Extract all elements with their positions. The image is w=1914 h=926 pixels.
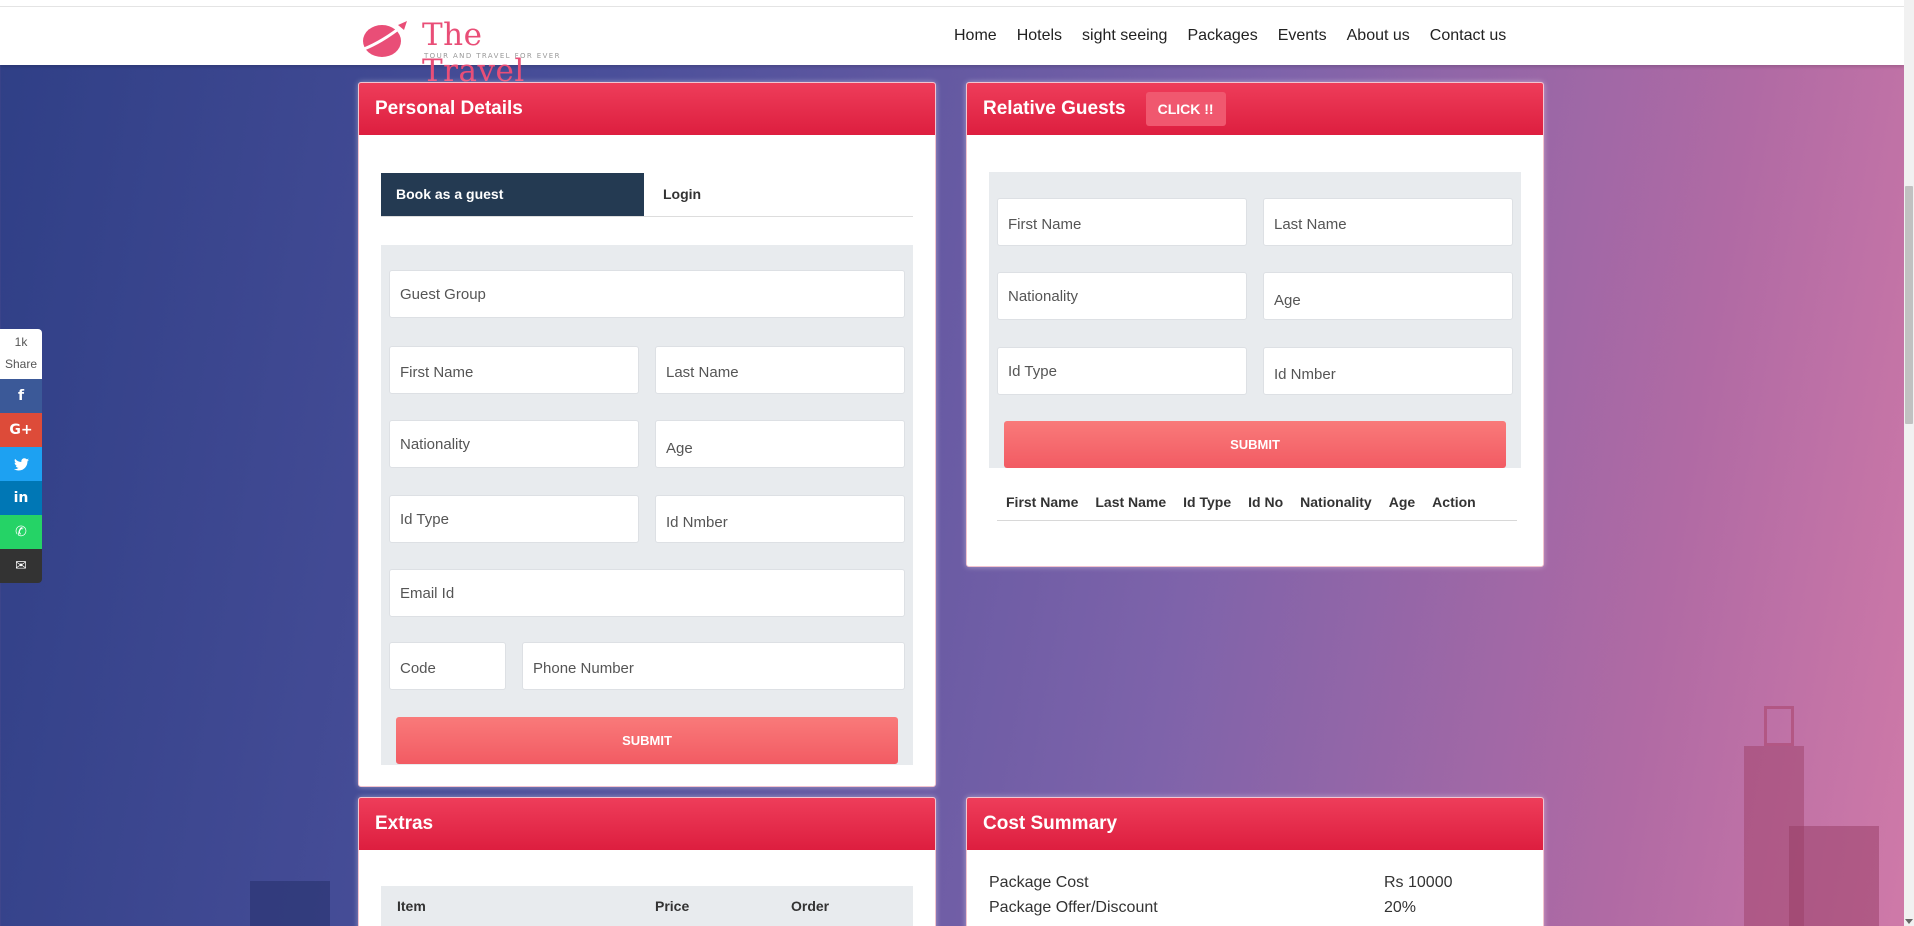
col-action: Action	[1432, 493, 1476, 510]
booking-tabs: Book as a guest Login	[381, 173, 913, 217]
col-price: Price	[655, 898, 690, 914]
share-counter: 1k Share	[0, 329, 42, 379]
relative-age-input[interactable]: Age	[1263, 272, 1513, 320]
personal-submit-button[interactable]: SUBMIT	[396, 717, 898, 764]
email-icon: ✉	[15, 558, 27, 574]
extras-card: Extras Item Price Order	[358, 797, 936, 926]
relative-id-type-select[interactable]: Id Type	[997, 347, 1247, 395]
age-input[interactable]: Age	[655, 420, 905, 468]
share-bar: 1k Share f G+ in ✆ ✉	[0, 329, 42, 583]
tab-login[interactable]: Login	[663, 173, 701, 216]
share-count: 1k	[14, 335, 28, 349]
col-first-name: First Name	[1006, 493, 1079, 510]
personal-details-header: Personal Details	[359, 83, 935, 135]
cost-label: Package Offer/Discount	[989, 899, 1158, 916]
whatsapp-share-button[interactable]: ✆	[0, 515, 42, 549]
relative-nationality-select[interactable]: Nationality	[997, 272, 1247, 320]
scrollbar-thumb[interactable]	[1905, 186, 1913, 424]
cost-summary-title: Cost Summary	[983, 813, 1118, 834]
col-order: Order	[791, 898, 830, 914]
background-building	[250, 881, 330, 926]
scroll-down-arrow-icon[interactable]	[1905, 919, 1913, 924]
nav-events[interactable]: Events	[1278, 27, 1327, 45]
nav-sight-seeing[interactable]: sight seeing	[1082, 27, 1167, 45]
relative-last-name-input[interactable]: Last Name	[1263, 198, 1513, 246]
relative-submit-button[interactable]: SUBMIT	[1004, 421, 1506, 468]
id-type-select[interactable]: Id Type	[389, 495, 639, 543]
nav-menu: Home Hotels sight seeing Packages Events…	[954, 7, 1526, 65]
share-label: Share	[4, 357, 38, 371]
nationality-select[interactable]: Nationality	[389, 420, 639, 468]
col-nationality: Nationality	[1300, 493, 1372, 510]
relative-guests-table-header: First Name Last Name Id Type Id No Natio…	[997, 483, 1517, 521]
google-plus-icon: G+	[9, 422, 33, 438]
last-name-input[interactable]: Last Name	[655, 346, 905, 394]
facebook-icon: f	[17, 388, 25, 404]
personal-details-card: Personal Details Book as a guest Login G…	[358, 82, 936, 787]
linkedin-share-button[interactable]: in	[0, 481, 42, 515]
col-last-name: Last Name	[1095, 493, 1167, 510]
cost-value: 20%	[1384, 899, 1417, 916]
guest-group-select[interactable]: Guest Group	[389, 270, 905, 318]
personal-details-title: Personal Details	[375, 98, 523, 119]
country-code-input[interactable]: Code	[389, 642, 506, 690]
relative-guests-title: Relative Guests	[983, 98, 1126, 119]
relative-guests-header: Relative Guests CLICK !!	[967, 83, 1543, 135]
plane-globe-icon	[363, 21, 407, 57]
cost-value: Rs 10000	[1384, 874, 1453, 891]
cost-row-discount: Package Offer/Discount 20%	[989, 899, 1519, 923]
col-item: Item	[397, 898, 426, 914]
nav-about-us[interactable]: About us	[1347, 27, 1410, 45]
nav-packages[interactable]: Packages	[1187, 27, 1257, 45]
extras-table-header: Item Price Order	[381, 886, 913, 926]
cost-summary-header: Cost Summary	[967, 798, 1543, 850]
click-button[interactable]: CLICK !!	[1145, 92, 1226, 126]
guest-form: Guest Group First Name Last Name Nationa…	[381, 245, 913, 765]
twitter-icon	[13, 457, 29, 470]
navbar: The Travel TOUR AND TRAVEL FOR EVER Home…	[0, 7, 1904, 89]
nav-contact-us[interactable]: Contact us	[1430, 27, 1506, 45]
extras-header: Extras	[359, 798, 935, 850]
email-input[interactable]: Email Id	[389, 569, 905, 617]
tab-book-as-guest[interactable]: Book as a guest	[381, 173, 644, 216]
nav-home[interactable]: Home	[954, 27, 997, 45]
brand-tagline: TOUR AND TRAVEL FOR EVER	[424, 52, 561, 60]
email-share-button[interactable]: ✉	[0, 549, 42, 583]
col-age: Age	[1388, 493, 1416, 510]
relative-first-name-input[interactable]: First Name	[997, 198, 1247, 246]
first-name-input[interactable]: First Name	[389, 346, 639, 394]
linkedin-icon: in	[13, 490, 29, 506]
relative-id-number-input[interactable]: Id Nmber	[1263, 347, 1513, 395]
logo[interactable]: The Travel TOUR AND TRAVEL FOR EVER	[360, 17, 580, 89]
background-city	[1734, 696, 1894, 926]
google-plus-share-button[interactable]: G+	[0, 413, 42, 447]
cost-label: Package Cost	[989, 874, 1089, 891]
col-id-type: Id Type	[1183, 493, 1232, 510]
col-id-no: Id No	[1248, 493, 1284, 510]
top-strip	[0, 0, 1904, 7]
page-scrollbar[interactable]	[1904, 0, 1914, 926]
phone-number-input[interactable]: Phone Number	[522, 642, 905, 690]
extras-title: Extras	[375, 813, 434, 834]
cost-row-package: Package Cost Rs 10000	[989, 874, 1519, 898]
facebook-share-button[interactable]: f	[0, 379, 42, 413]
relative-guests-card: Relative Guests CLICK !! First Name Last…	[966, 82, 1544, 567]
nav-hotels[interactable]: Hotels	[1017, 27, 1062, 45]
id-number-input[interactable]: Id Nmber	[655, 495, 905, 543]
whatsapp-icon: ✆	[15, 524, 27, 540]
twitter-share-button[interactable]	[0, 447, 42, 481]
cost-summary-card: Cost Summary Package Cost Rs 10000 Packa…	[966, 797, 1544, 926]
